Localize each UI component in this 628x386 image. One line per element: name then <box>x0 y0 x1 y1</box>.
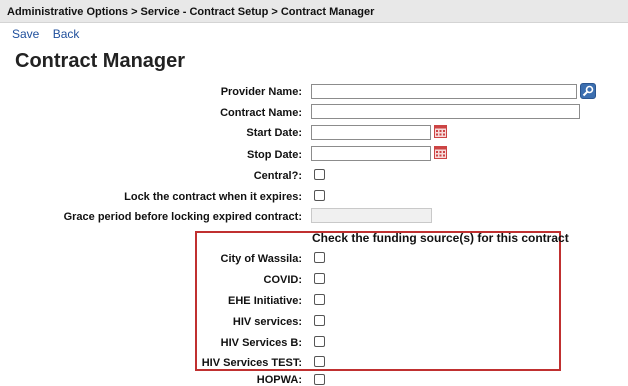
toolbar: Save Back <box>12 27 89 41</box>
funding-sources-title: Check the funding source(s) for this con… <box>312 231 569 245</box>
funding-source-label: HIV services: <box>232 316 302 328</box>
provider-search-button[interactable] <box>580 83 596 99</box>
back-button[interactable]: Back <box>53 27 80 41</box>
calendar-icon[interactable] <box>434 125 447 138</box>
lock-contract-label: Lock the contract when it expires: <box>124 191 302 203</box>
funding-source-checkbox[interactable] <box>314 252 325 263</box>
contract-name-input[interactable] <box>311 104 580 119</box>
funding-source-checkbox[interactable] <box>314 374 325 385</box>
provider-name-label: Provider Name: <box>220 86 302 98</box>
funding-source-label: City of Wassila: <box>220 253 303 265</box>
grace-period-input[interactable] <box>311 208 432 223</box>
calendar-icon[interactable] <box>434 146 447 159</box>
stop-date-label: Stop Date: <box>247 149 302 161</box>
start-date-label: Start Date: <box>246 127 302 139</box>
start-date-input[interactable] <box>311 125 431 140</box>
funding-source-label: EHE Initiative: <box>228 295 302 307</box>
funding-source-checkbox[interactable] <box>314 315 325 326</box>
central-checkbox[interactable] <box>314 169 325 180</box>
funding-source-checkbox[interactable] <box>314 273 325 284</box>
grace-period-label: Grace period before locking expired cont… <box>63 211 302 223</box>
page-title: Contract Manager <box>15 50 186 72</box>
lock-contract-checkbox[interactable] <box>314 190 325 201</box>
save-button[interactable]: Save <box>12 27 39 41</box>
stop-date-input[interactable] <box>311 146 431 161</box>
search-icon <box>582 85 594 97</box>
funding-source-label: HIV Services TEST: <box>201 357 302 369</box>
funding-source-label: HOPWA: <box>256 374 302 386</box>
funding-source-checkbox[interactable] <box>314 356 325 367</box>
funding-source-label: COVID: <box>263 274 303 286</box>
funding-source-checkbox[interactable] <box>314 336 325 347</box>
breadcrumb: Administrative Options > Service - Contr… <box>0 0 628 23</box>
funding-source-label: HIV Services B: <box>220 337 302 349</box>
funding-source-checkbox[interactable] <box>314 294 325 305</box>
central-label: Central?: <box>253 170 302 182</box>
contract-name-label: Contract Name: <box>220 107 302 119</box>
provider-name-input[interactable] <box>311 84 577 99</box>
